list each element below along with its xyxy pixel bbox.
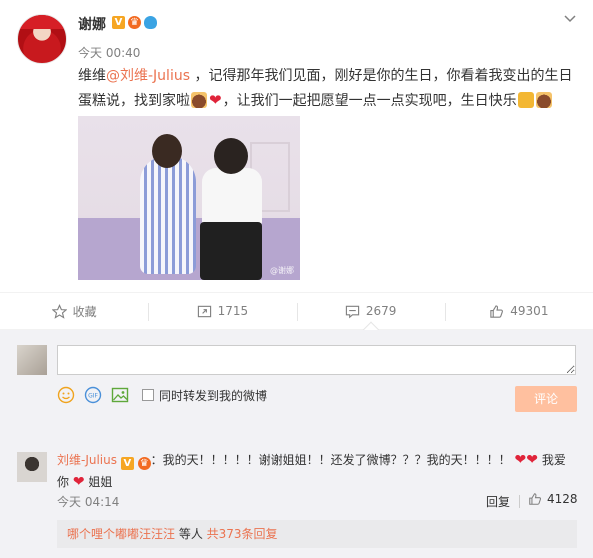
thumbs-up-icon	[490, 304, 504, 318]
svg-text:GIF: GIF	[88, 393, 98, 400]
comment-input[interactable]	[57, 345, 576, 375]
comment-section: GIF 同时转发到我的微博 评论 刘维-Julius V ♛ ：我的天！！！！！谢…	[0, 330, 593, 558]
author-avatar[interactable]	[17, 14, 67, 64]
cake-emoji-icon	[191, 92, 207, 108]
emoji-icon[interactable]	[57, 386, 75, 404]
comment-like-button[interactable]: 4128	[528, 492, 578, 506]
favorite-button[interactable]: 收藏	[0, 293, 148, 329]
action-bar: 收藏 1715 2679 49301	[0, 292, 593, 339]
divider	[519, 495, 520, 508]
commenter-name[interactable]: 刘维-Julius	[57, 453, 117, 467]
reply-button[interactable]: 回复	[486, 493, 510, 510]
replies-summary[interactable]: 哪个哩个嘟嘟汪汪汪 等人 共373条回复	[57, 520, 577, 548]
sync-repost-checkbox[interactable]	[142, 389, 154, 401]
like-count: 49301	[510, 304, 549, 318]
repost-count: 1715	[217, 304, 249, 318]
photo-person-shirt	[202, 168, 262, 226]
star-icon	[51, 303, 67, 319]
author-name[interactable]: 谢娜	[78, 14, 106, 34]
post-timestamp[interactable]: 今天 00:40	[78, 44, 140, 61]
crown-icon: ♛	[128, 16, 141, 29]
crown-icon: ♛	[137, 457, 151, 470]
photo-person-trousers	[200, 222, 262, 280]
commenter-avatar[interactable]	[17, 452, 47, 482]
comment-text-segment: 姐姐	[88, 475, 113, 489]
current-user-avatar	[17, 345, 47, 375]
verified-icon: V	[120, 457, 134, 470]
comment-text: 刘维-Julius V ♛ ：我的天！！！！！谢谢姐姐！！还发了微博？？？我的天！…	[57, 449, 579, 493]
heart-emoji-icon: ❤❤	[514, 452, 538, 468]
gif-icon[interactable]: GIF	[84, 386, 102, 404]
heart-emoji-icon: ❤	[209, 91, 222, 109]
post-photo[interactable]: @谢娜	[78, 116, 300, 280]
replies-text: 等人	[175, 527, 207, 541]
author-badges: V ♛	[112, 16, 157, 29]
submit-comment-button[interactable]: 评论	[515, 386, 577, 412]
birthday-cake-emoji-icon	[535, 92, 552, 108]
post-text: 维维@刘维-Julius ，记得那年我们见面，刚好是你的生日，你看着我变出的生日…	[78, 64, 578, 113]
sync-repost-label: 同时转发到我的微博	[159, 388, 268, 403]
photo-person-dress	[140, 156, 196, 274]
photo-watermark: @谢娜	[270, 266, 294, 275]
verified-icon: V	[112, 16, 125, 29]
photo-person-head	[152, 134, 182, 168]
post-text-segment: ，让我们一起把愿望一点一点实现吧，生日快乐	[222, 93, 517, 109]
post-text-segment: 维维	[78, 68, 106, 84]
chevron-down-icon[interactable]	[563, 12, 577, 26]
balloon-icon	[144, 16, 157, 29]
image-icon[interactable]	[111, 386, 129, 404]
comment-text-segment: 你	[57, 475, 70, 489]
comment-text-segment: ：我的天！！！！！谢谢姐姐！！还发了微博？？？我的天！！！！	[150, 453, 511, 467]
comment-icon	[345, 305, 359, 318]
repost-button[interactable]: 1715	[148, 293, 296, 329]
view-replies-link[interactable]: 共373条回复	[207, 527, 278, 541]
photo-person-head	[214, 138, 248, 174]
like-button[interactable]: 49301	[444, 293, 593, 329]
cheers-emoji-icon	[517, 92, 534, 108]
heart-emoji-icon: ❤	[72, 474, 85, 490]
mention-link[interactable]: @刘维-Julius	[106, 68, 190, 84]
reply-user-link[interactable]: 哪个哩个嘟嘟汪汪汪	[67, 527, 175, 541]
compose-toolbar: GIF 同时转发到我的微博	[57, 386, 267, 404]
comment-button[interactable]: 2679	[296, 293, 445, 339]
comment-timestamp: 今天 04:14	[57, 495, 120, 509]
thumbs-up-icon	[529, 493, 542, 505]
comment-text-segment: 我爱	[541, 453, 566, 467]
comment-count: 2679	[365, 304, 397, 318]
comment-like-count: 4128	[547, 492, 578, 506]
repost-icon	[197, 305, 211, 317]
favorite-label: 收藏	[72, 304, 97, 319]
